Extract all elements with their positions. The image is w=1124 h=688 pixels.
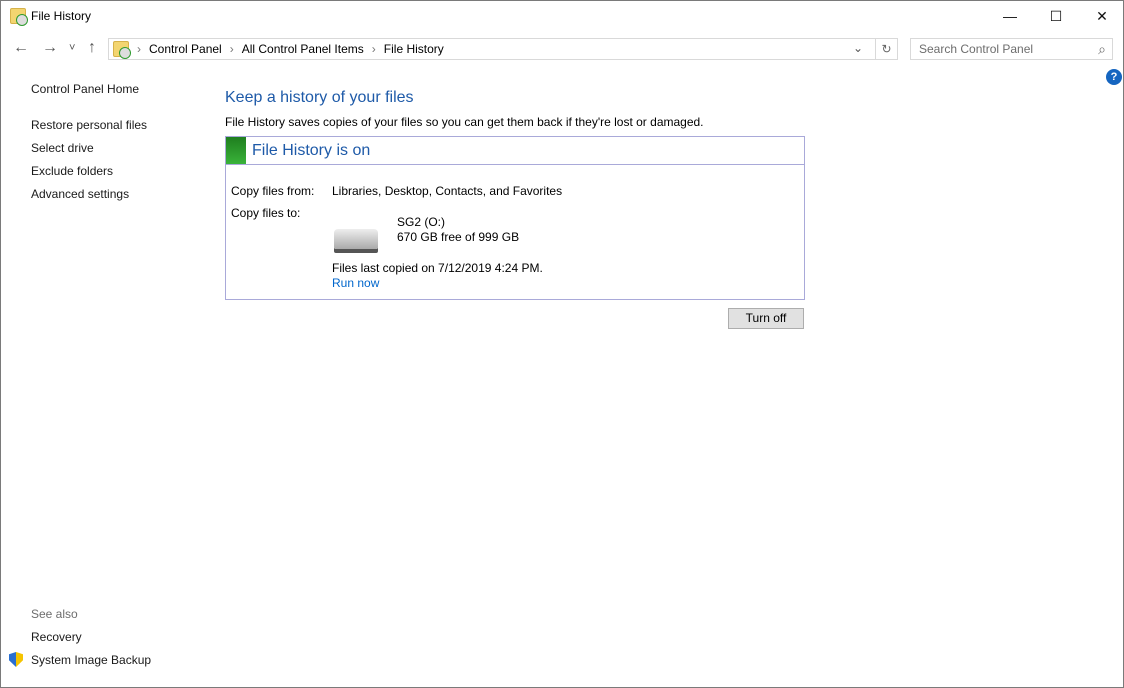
forward-button[interactable]: → [42,39,58,57]
run-now-link[interactable]: Run now [332,276,379,290]
back-button[interactable]: ← [13,39,29,57]
drive-space: 670 GB free of 999 GB [397,230,520,244]
sidebar-item-control-panel-home[interactable]: Control Panel Home [31,82,139,96]
recent-locations-button[interactable]: ˅ [69,42,75,54]
status-indicator [226,137,246,164]
sidebar-item-select-drive[interactable]: Select drive [31,141,94,155]
file-history-location-icon [113,41,131,59]
breadcrumb-separator: › [137,42,141,56]
file-history-app-icon [10,8,28,26]
chevron-down-icon[interactable]: ⌄ [853,41,863,55]
drive-icon [334,229,378,249]
maximize-button[interactable]: ☐ [1033,1,1079,31]
minimize-button[interactable]: — [987,1,1033,31]
copy-from-label: Copy files from: [231,184,315,198]
search-icon: ⌕ [1098,41,1106,57]
page-description: File History saves copies of your files … [225,115,704,129]
breadcrumb-separator: › [229,42,234,56]
address-bar[interactable]: › Control Panel › All Control Panel Item… [108,38,876,60]
sidebar-link-system-image-backup[interactable]: System Image Backup [31,653,151,667]
copy-to-label: Copy files to: [231,206,301,220]
last-copied: Files last copied on 7/12/2019 4:24 PM. [332,261,543,275]
sidebar-link-recovery[interactable]: Recovery [31,630,82,644]
breadcrumb-all-items[interactable]: All Control Panel Items [242,42,364,56]
close-button[interactable]: ✕ [1079,1,1124,31]
window-title: File History [31,9,92,23]
page-title: Keep a history of your files [225,89,414,106]
drive-name: SG2 (O:) [397,215,446,229]
refresh-button[interactable]: ↻ [876,38,898,60]
sidebar-item-restore-personal-files[interactable]: Restore personal files [31,118,147,132]
breadcrumb-file-history[interactable]: File History [384,42,444,56]
up-button[interactable]: ↑ [88,39,96,57]
breadcrumb-separator: › [371,42,376,56]
uac-shield-icon [9,652,23,667]
turn-off-button[interactable]: Turn off [728,308,804,329]
status-panel: File History is on Copy files from: Libr… [225,136,805,300]
see-also-heading: See also [31,607,78,621]
search-placeholder: Search Control Panel [919,42,1034,56]
copy-from-value: Libraries, Desktop, Contacts, and Favori… [332,184,563,198]
help-icon[interactable]: ? [1106,69,1122,85]
sidebar-item-advanced-settings[interactable]: Advanced settings [31,187,129,201]
breadcrumb-control-panel[interactable]: Control Panel [149,42,222,56]
sidebar-item-exclude-folders[interactable]: Exclude folders [31,164,113,178]
search-input[interactable]: Search Control Panel ⌕ [910,38,1113,60]
status-title: File History is on [252,141,371,159]
